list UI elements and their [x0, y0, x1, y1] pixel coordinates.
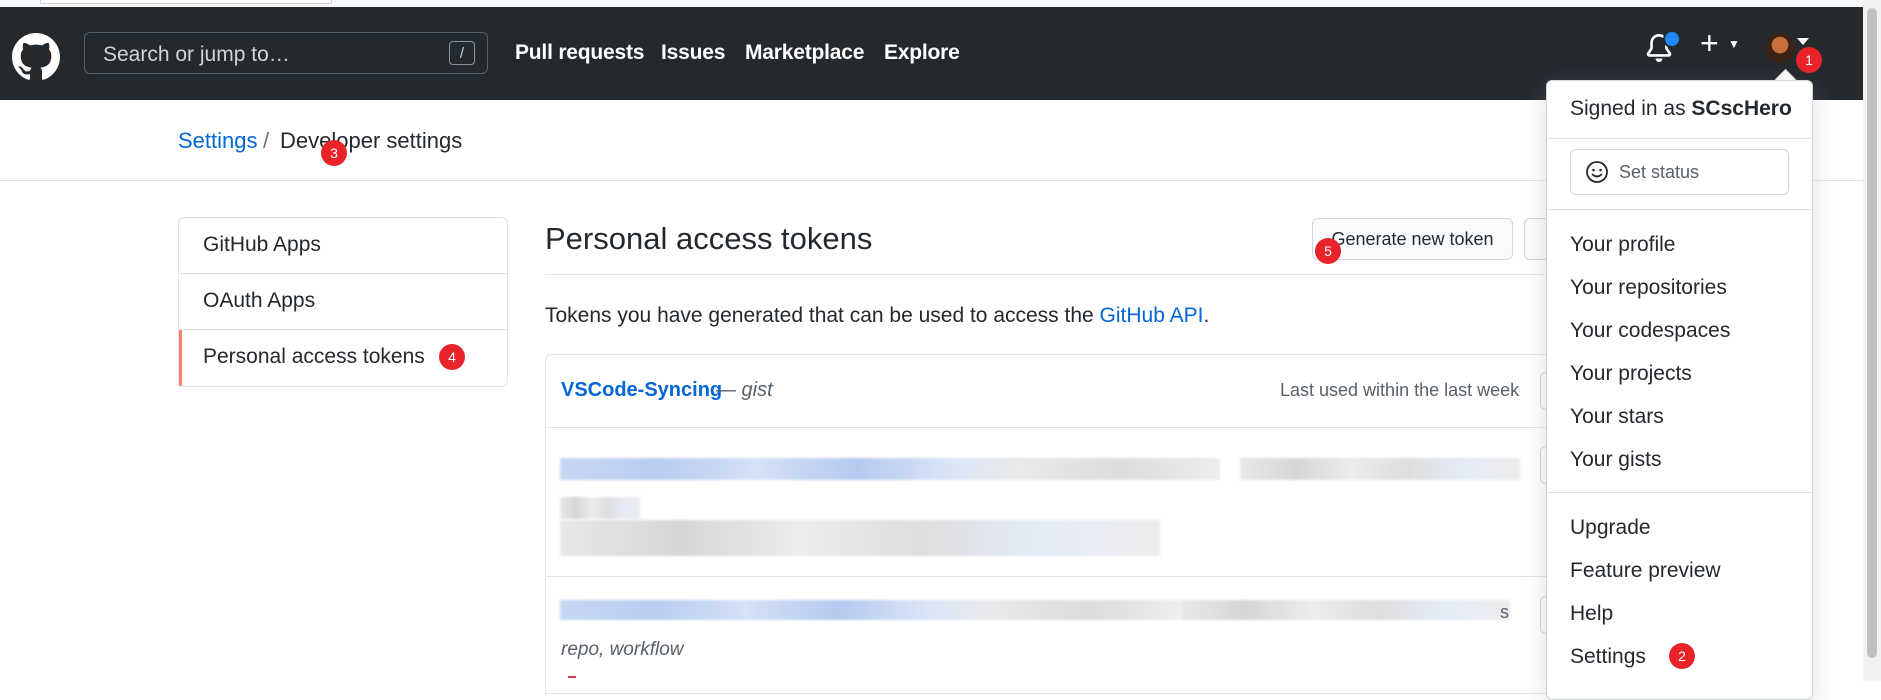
sidebar-item-label: Personal access tokens: [203, 345, 425, 368]
redacted-token-line: [560, 520, 1160, 556]
redacted-token-line: [1240, 458, 1520, 480]
github-logo-icon[interactable]: [12, 33, 60, 81]
github-api-link[interactable]: GitHub API: [1100, 304, 1204, 327]
menu-settings[interactable]: Settings: [1570, 645, 1646, 669]
sidebar-item-github-apps[interactable]: GitHub Apps: [179, 218, 507, 274]
step-marker-5: 5: [1315, 238, 1341, 264]
menu-your-projects[interactable]: Your projects: [1570, 362, 1692, 386]
token-name-link[interactable]: VSCode-Syncing: [561, 379, 722, 402]
nav-marketplace[interactable]: Marketplace: [745, 41, 864, 65]
scrollbar-thumb[interactable]: [1867, 8, 1877, 658]
search-input[interactable]: Search or jump to… /: [84, 32, 488, 74]
breadcrumb-settings-link[interactable]: Settings: [178, 128, 258, 154]
step-marker-4: 4: [439, 344, 465, 370]
tokens-description: Tokens you have generated that can be us…: [545, 304, 1210, 327]
create-new-caret-icon[interactable]: ▼: [1728, 37, 1740, 51]
nav-issues[interactable]: Issues: [661, 41, 725, 65]
set-status-label: Set status: [1619, 162, 1700, 182]
sidebar-item-label: GitHub Apps: [203, 233, 321, 256]
signed-in-as-text: Signed in as SCscHero: [1570, 97, 1792, 120]
token-row-divider: [546, 427, 1546, 428]
step-marker-1: 1: [1796, 47, 1822, 73]
title-divider: [545, 274, 1545, 275]
menu-upgrade[interactable]: Upgrade: [1570, 516, 1651, 540]
menu-your-gists[interactable]: Your gists: [1570, 448, 1661, 472]
menu-feature-preview[interactable]: Feature preview: [1570, 559, 1721, 583]
generate-new-token-button[interactable]: Generate new token: [1312, 218, 1513, 260]
redacted-token-line: [560, 497, 640, 519]
nav-explore[interactable]: Explore: [884, 41, 960, 65]
browser-tab-fragment: [40, 0, 332, 4]
avatar-caret-icon[interactable]: [1797, 38, 1809, 45]
create-new-plus-icon[interactable]: +: [1700, 25, 1719, 62]
redacted-token-line: [560, 600, 1180, 620]
step-marker-3: 3: [321, 140, 347, 166]
username: SCscHero: [1691, 97, 1792, 120]
user-avatar[interactable]: [1765, 33, 1795, 63]
token-last-used: Last used within the last week: [1280, 380, 1520, 400]
redacted-token-line: [560, 458, 1220, 480]
token-scope-note: — gist: [716, 379, 773, 401]
token-last-used-fragment: s: [1500, 602, 1509, 622]
step-marker-2: 2: [1669, 643, 1695, 669]
dropdown-divider: [1547, 209, 1812, 210]
sidebar-item-label: OAuth Apps: [203, 289, 316, 312]
nav-pull-requests[interactable]: Pull requests: [515, 41, 644, 65]
sidebar-item-oauth-apps[interactable]: OAuth Apps: [179, 274, 507, 330]
menu-your-codespaces[interactable]: Your codespaces: [1570, 319, 1730, 343]
breadcrumb-separator: /: [263, 128, 270, 153]
set-status-button[interactable]: Set status: [1570, 149, 1789, 195]
page-title: Personal access tokens: [545, 221, 873, 256]
menu-your-repositories[interactable]: Your repositories: [1570, 276, 1727, 300]
search-shortcut-key: /: [449, 41, 475, 65]
redacted-token-line: [1180, 600, 1510, 620]
menu-your-stars[interactable]: Your stars: [1570, 405, 1664, 429]
dropdown-divider: [1547, 492, 1812, 493]
token-warning-mark: [568, 676, 576, 683]
browser-top-strip: [0, 0, 1881, 7]
menu-help[interactable]: Help: [1570, 602, 1613, 626]
menu-your-profile[interactable]: Your profile: [1570, 233, 1675, 257]
search-placeholder: Search or jump to…: [103, 43, 290, 66]
notification-unread-dot: [1663, 30, 1681, 48]
page-scrollbar[interactable]: [1863, 0, 1881, 681]
token-row-divider: [546, 576, 1546, 577]
smiley-icon: [1586, 161, 1608, 183]
breadcrumb-current: Developer settings: [280, 128, 463, 153]
dropdown-divider: [1547, 138, 1812, 139]
token-scope-note: repo, workflow: [561, 639, 684, 660]
